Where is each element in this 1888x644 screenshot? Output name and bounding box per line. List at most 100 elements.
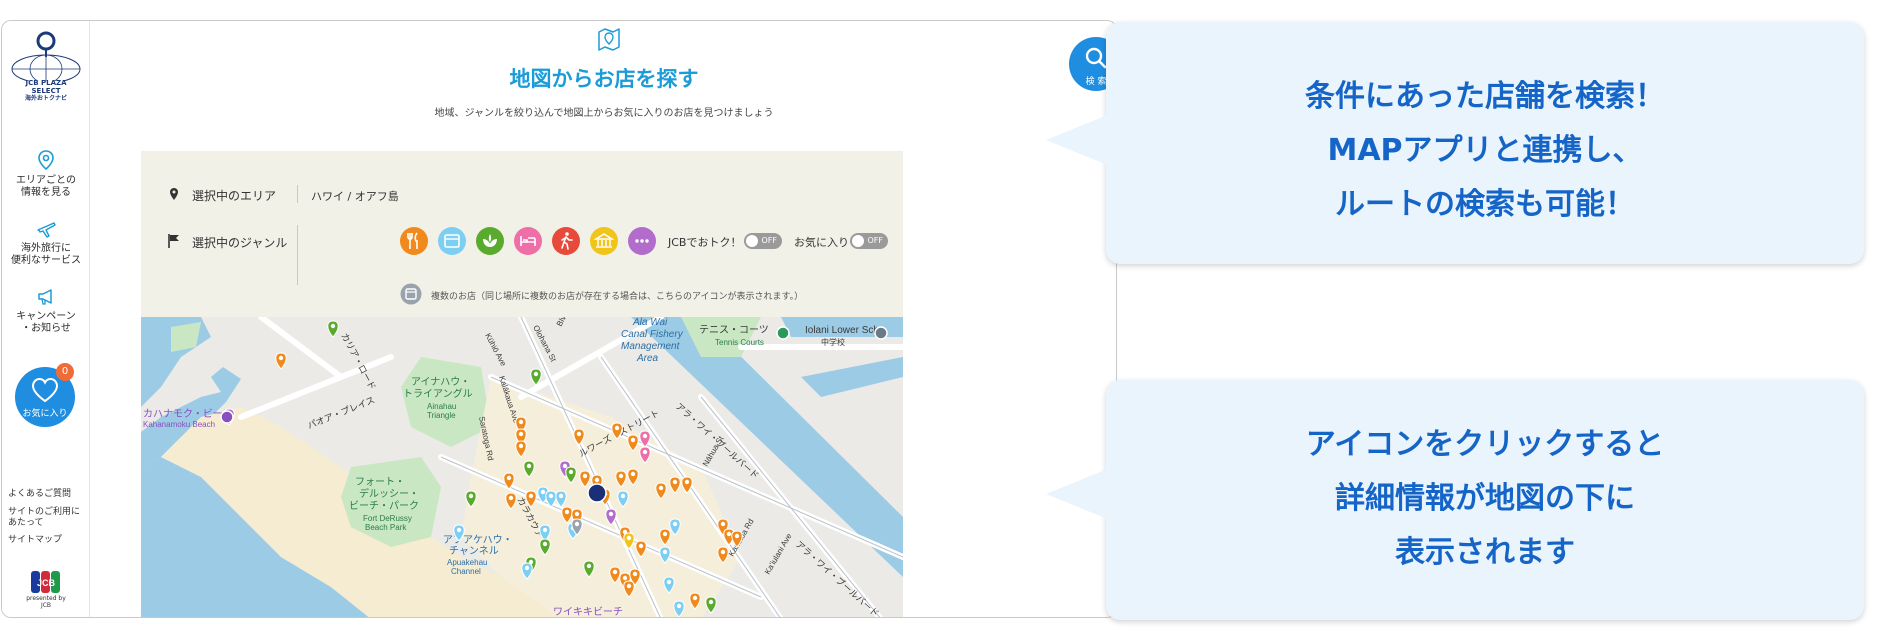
sidebar: JCB PLAZA SELECT 海外おトクナビ エリアごとの 情報を見る 海外… xyxy=(2,21,90,617)
callout-search-tail xyxy=(1046,114,1110,166)
jcb-lounge-marker[interactable] xyxy=(587,483,607,503)
sidebar-item-campaigns-label-1: キャンペーン xyxy=(16,311,76,322)
callout-detail: アイコンをクリックすると 詳細情報が地図の下に 表示されます xyxy=(1106,380,1864,620)
jcb-deal-toggle[interactable]: OFF xyxy=(744,233,782,249)
sitemap-link[interactable]: サイトマップ xyxy=(8,535,62,546)
jcb-plaza-logo[interactable]: JCB PLAZA SELECT 海外おトクナビ xyxy=(8,31,84,102)
map-view[interactable]: Ala Wai Canal Fishery Management Area テニ… xyxy=(141,317,903,618)
map-label-tennis-jp: テニス・コーツ xyxy=(699,325,769,336)
map-label-fort-en: Fort DeRussy xyxy=(363,514,412,523)
map-label-tennis-en: Tennis Courts xyxy=(715,338,764,347)
logo-text-1: JCB PLAZA xyxy=(25,79,67,87)
map-label-ainahau-en2: Triangle xyxy=(427,411,456,420)
map-pin-icon xyxy=(598,28,620,51)
beauty-icon xyxy=(483,234,497,247)
heart-icon xyxy=(31,377,59,403)
jcb-brand-icon: JCB xyxy=(31,571,60,593)
place-marker[interactable] xyxy=(776,326,790,340)
genre-button-restaurant[interactable] xyxy=(400,227,428,255)
page-subtitle: 地域、ジャンルを絞り込んで地図上からお気に入りのお店を見つけましょう xyxy=(434,108,774,119)
callout-search-line-2: MAPアプリと連携し、 xyxy=(1327,133,1643,168)
restaurant-icon xyxy=(407,232,418,249)
map-canvas[interactable]: Ala Wai Canal Fishery Management Area テニ… xyxy=(141,317,903,618)
genre-button-more[interactable] xyxy=(628,227,656,255)
favorites-label: お気に入り xyxy=(22,409,68,419)
place-marker[interactable] xyxy=(874,326,888,340)
map-label-iolani-jp: 中学校 xyxy=(821,337,845,347)
genre-button-shopping[interactable] xyxy=(438,227,466,255)
sidebar-item-area-label-1: エリアごとの xyxy=(16,175,76,186)
logo-text-2: SELECT xyxy=(31,87,61,95)
map-label-area: Area xyxy=(636,353,659,364)
jcb-brand-text: JCB xyxy=(37,578,56,588)
multiple-shops-icon xyxy=(400,283,422,305)
page-title: 地図からお店を探す xyxy=(509,67,699,91)
map-label-ala-wai: Ala Wai xyxy=(632,317,668,328)
map-label-fort-jp3: ビーチ・パーク xyxy=(349,500,419,512)
presented-by: presented by JCB xyxy=(26,595,66,609)
callout-search: 条件にあった店舗を検索！ MAPアプリと連携し、 ルートの検索も可能！ xyxy=(1106,22,1864,264)
more-icon xyxy=(635,239,649,243)
jcb-logo: JCB presented by JCB xyxy=(22,571,70,609)
map-label-waikiki: ワイキキビーチ xyxy=(553,606,623,618)
area-value[interactable]: ハワイ / オアフ島 xyxy=(311,188,399,204)
genre-button-activity[interactable] xyxy=(552,227,580,255)
logo-text-3: 海外おトクナビ xyxy=(24,95,67,102)
map-label-apuakehau-jp2: チャンネル xyxy=(449,545,499,557)
map-label-beach-en: Kahanamoku Beach xyxy=(143,420,215,429)
jcb-deal-label: JCBでおトク！ xyxy=(668,236,742,249)
map-label-iolani: Iolani Lower Scho xyxy=(805,325,885,336)
activity-icon xyxy=(561,232,573,250)
callout-detail-line-1: アイコンをクリックすると xyxy=(1305,427,1665,462)
sightseeing-icon xyxy=(593,233,615,248)
globe-pin-icon xyxy=(11,31,81,84)
genre-button-hotel[interactable] xyxy=(514,227,542,255)
callout-detail-line-3: 表示されます xyxy=(1395,535,1575,570)
location-pin-icon xyxy=(170,188,178,200)
callout-detail-line-2: 詳細情報が地図の下に xyxy=(1335,481,1635,516)
favorites-count-badge: 0 xyxy=(56,363,74,381)
place-marker[interactable] xyxy=(220,410,234,424)
faq-link[interactable]: よくあるご質問 xyxy=(8,489,71,500)
sidebar-item-services-label-2: 便利なサービス xyxy=(11,255,81,266)
airplane-icon xyxy=(37,222,56,238)
pin-icon xyxy=(38,150,54,171)
sidebar-item-campaigns-label-2: ・お知らせ xyxy=(21,323,71,334)
map-label-ainahau-en: Ainahau xyxy=(427,402,456,411)
map-label-apuakehau-en2: Channel xyxy=(451,567,481,576)
sidebar-item-services[interactable]: 海外旅行に 便利なサービス xyxy=(2,217,90,267)
map-label-fort-jp2: デルッシー・ xyxy=(359,487,419,500)
map-label-ainahau-jp: アイナハウ・ xyxy=(411,376,470,388)
map-label-apuakehau-en: Apuakehau xyxy=(447,558,487,567)
map-label-canal: Canal Fishery xyxy=(621,329,684,340)
genre-button-beauty[interactable] xyxy=(476,227,504,255)
genre-label: 選択中のジャンル xyxy=(192,236,288,250)
shopping-icon xyxy=(444,234,460,248)
map-label-management: Management xyxy=(621,341,681,352)
map-label-apuakehau-jp: アプアケハウ・ xyxy=(443,534,513,546)
map-label-ainahau-jp2: トライアングル xyxy=(403,387,473,400)
callout-search-line-1: 条件にあった店舗を検索！ xyxy=(1305,79,1665,114)
usage-link-line-2: あたって xyxy=(8,518,44,528)
app-window: JCB PLAZA SELECT 海外おトクナビ エリアごとの 情報を見る 海外… xyxy=(1,20,1117,618)
area-divider xyxy=(297,185,298,203)
hotel-icon xyxy=(520,236,536,246)
sidebar-item-campaigns[interactable]: キャンペーン ・お知らせ xyxy=(2,285,90,335)
flag-icon xyxy=(168,234,179,248)
usage-link-line-1: サイトのご利用に xyxy=(8,507,81,517)
favorites-toggle[interactable]: OFF xyxy=(850,233,888,249)
usage-link[interactable]: サイトのご利用に あたって xyxy=(8,507,80,529)
sidebar-item-services-label-1: 海外旅行に xyxy=(21,243,71,254)
map-label-fort-jp: フォート・ xyxy=(355,477,405,488)
sidebar-item-area-label-2: 情報を見る xyxy=(21,187,71,198)
megaphone-icon xyxy=(38,289,52,305)
genre-divider xyxy=(297,225,298,285)
map-label-beach-jp: カハナモク・ビーチ xyxy=(143,408,233,420)
favorites-filter-label: お気に入り xyxy=(794,236,849,249)
callout-detail-tail xyxy=(1046,468,1110,520)
map-label-fort-en2: Beach Park xyxy=(365,523,407,532)
genre-button-sightseeing[interactable] xyxy=(590,227,618,255)
callout-search-line-3: ルートの検索も可能！ xyxy=(1335,187,1635,222)
sidebar-item-area[interactable]: エリアごとの 情報を見る xyxy=(2,149,90,199)
area-label: 選択中のエリア xyxy=(192,189,277,203)
